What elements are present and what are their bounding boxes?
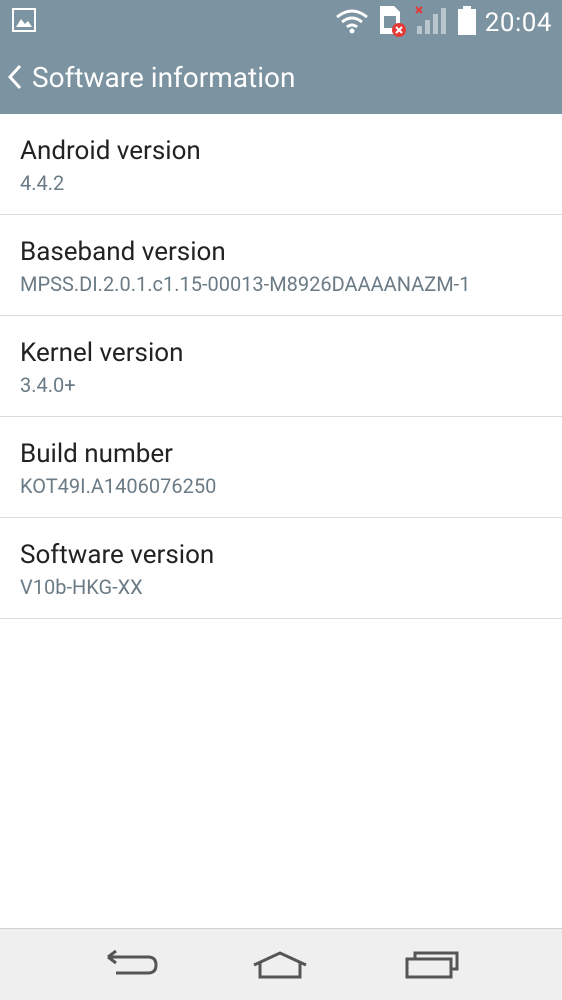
gallery-icon bbox=[12, 8, 36, 36]
signal-icon bbox=[415, 6, 449, 40]
item-value: 4.4.2 bbox=[20, 171, 65, 195]
status-time: 20:04 bbox=[484, 8, 552, 38]
item-value: KOT49I.A1406076250 bbox=[20, 474, 217, 498]
item-value: MPSS.DI.2.0.1.c1.15-00013-M8926DAAAANAZM… bbox=[20, 272, 471, 296]
navigation-bar bbox=[0, 928, 562, 1000]
item-label: Kernel version bbox=[20, 338, 184, 368]
status-bar: 20:04 bbox=[0, 0, 562, 40]
page-title[interactable]: Software information bbox=[32, 61, 295, 94]
item-label: Build number bbox=[20, 439, 173, 469]
item-label: Software version bbox=[20, 540, 215, 570]
item-value: V10b-HKG-XX bbox=[20, 575, 143, 599]
wifi-icon bbox=[335, 8, 369, 38]
battery-icon bbox=[457, 6, 477, 40]
back-chevron-icon[interactable] bbox=[4, 62, 26, 92]
item-label: Baseband version bbox=[20, 237, 226, 267]
item-label: Android version bbox=[20, 136, 201, 166]
recent-apps-icon[interactable] bbox=[402, 947, 462, 983]
list-item-kernel-version: Kernel version 3.4.0+ bbox=[0, 316, 562, 417]
list-item-build-number[interactable]: Build number KOT49I.A1406076250 bbox=[0, 417, 562, 518]
list-item-android-version: Android version 4.4.2 bbox=[0, 114, 562, 215]
list-item-baseband-version: Baseband version MPSS.DI.2.0.1.c1.15-000… bbox=[0, 215, 562, 316]
action-bar: Software information bbox=[0, 40, 562, 114]
software-info-list: Android version 4.4.2 Baseband version M… bbox=[0, 114, 562, 619]
item-value: 3.4.0+ bbox=[20, 373, 76, 397]
list-item-software-version: Software version V10b-HKG-XX bbox=[0, 518, 562, 619]
sim-error-icon bbox=[377, 4, 407, 42]
back-icon[interactable] bbox=[100, 947, 160, 983]
home-icon[interactable] bbox=[250, 947, 310, 983]
